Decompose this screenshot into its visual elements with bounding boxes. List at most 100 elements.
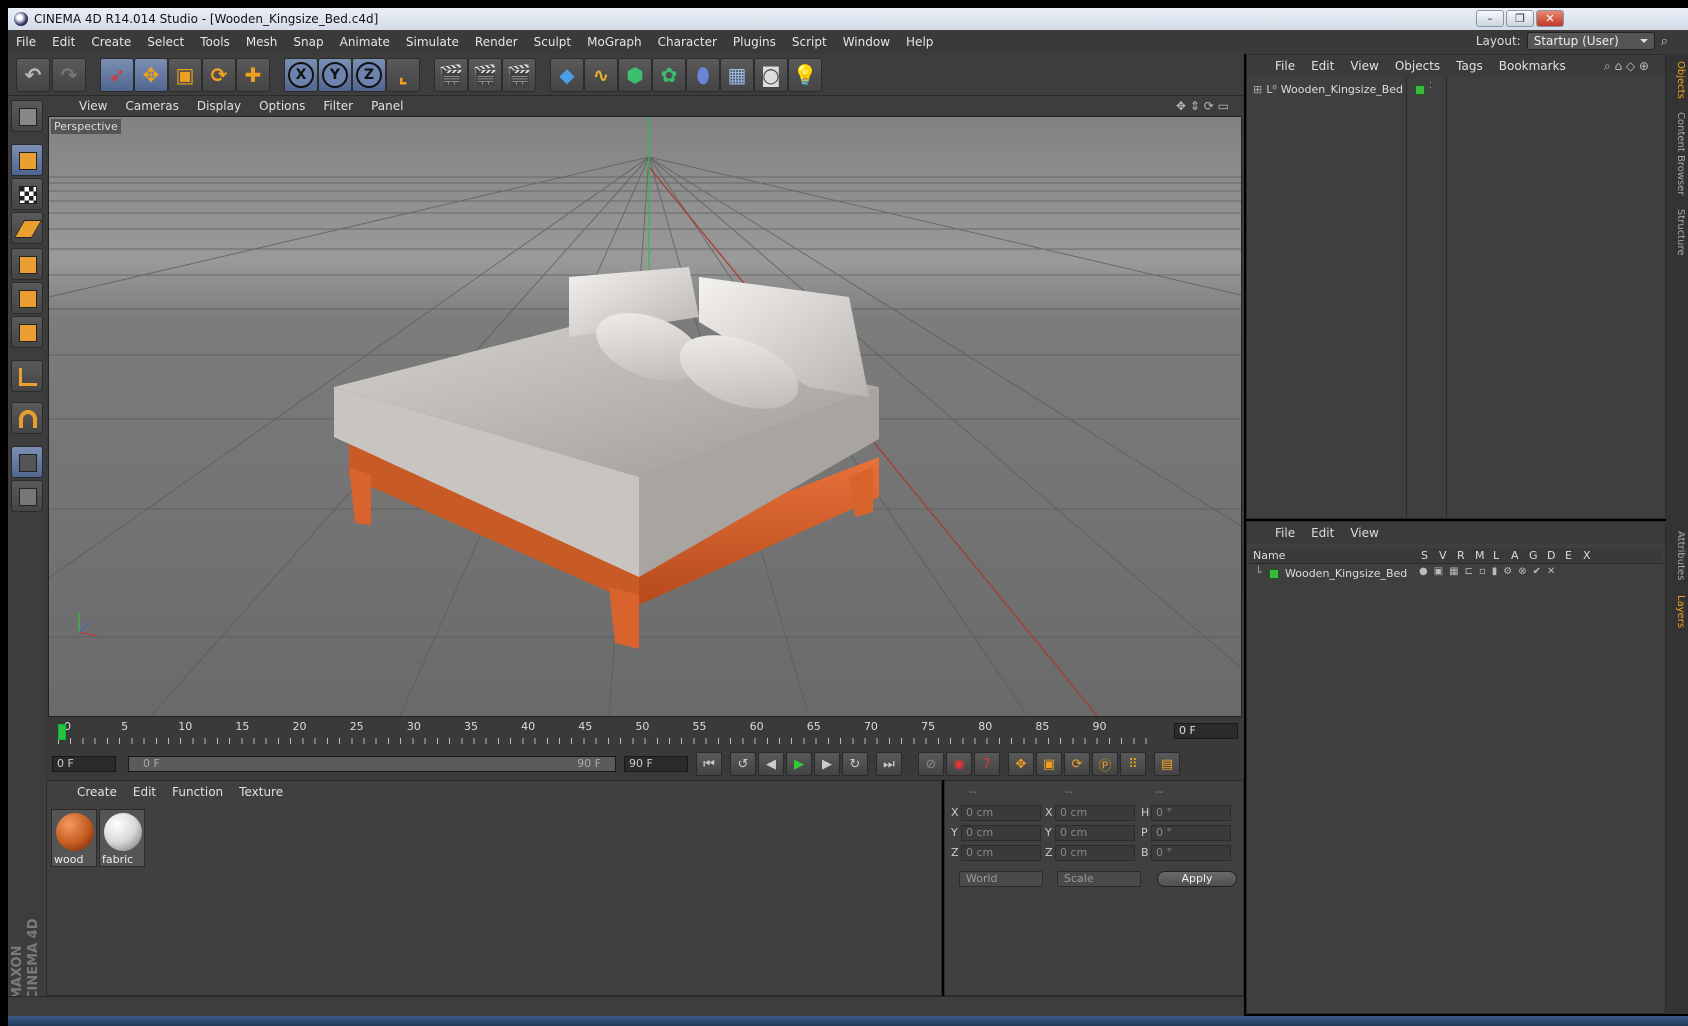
autokey-icon[interactable]: ◉ (946, 752, 972, 776)
col-solo[interactable]: S (1421, 549, 1428, 562)
play-icon[interactable]: ▶ (786, 752, 812, 776)
viewport-menu-cameras[interactable]: Cameras (116, 99, 187, 113)
previous-key-icon[interactable]: ↺ (730, 752, 756, 776)
col-locked[interactable]: L (1493, 549, 1499, 562)
edges-mode-icon[interactable] (11, 282, 43, 314)
perspective-viewport[interactable]: Perspective (48, 116, 1242, 717)
rotation-h-field[interactable]: 0 ° (1151, 805, 1231, 821)
undo-icon[interactable]: ↶ (16, 58, 50, 92)
col-deformers[interactable]: D (1547, 549, 1555, 562)
viewport-menu-filter[interactable]: Filter (314, 99, 362, 113)
expand-icon[interactable]: ⊞ (1253, 83, 1262, 96)
layer-menu-edit[interactable]: Edit (1303, 526, 1342, 540)
menu-mograph[interactable]: MoGraph (579, 35, 650, 49)
axis-mode-icon[interactable] (11, 360, 43, 392)
menu-sculpt[interactable]: Sculpt (526, 35, 579, 49)
material-wood[interactable]: wood (51, 809, 97, 867)
layer-row[interactable]: └ Wooden_Kingsize_Bed ●▣▦⊏▫▮⚙⊗✔✕ (1249, 566, 1663, 582)
layer-flag-icons[interactable]: ●▣▦⊏▫▮⚙⊗✔✕ (1419, 566, 1561, 577)
position-x-field[interactable]: 0 cm (961, 805, 1041, 821)
snap-lock-icon[interactable] (11, 446, 43, 478)
camera-icon[interactable]: ◙ (754, 58, 788, 92)
menu-script[interactable]: Script (784, 35, 835, 49)
viewport-menu-panel[interactable]: Panel (362, 99, 412, 113)
material-fabric[interactable]: fabric (99, 809, 145, 867)
next-key-icon[interactable]: ↻ (842, 752, 868, 776)
size-z-field[interactable]: 0 cm (1055, 845, 1135, 861)
coordinate-system-icon[interactable]: ⌞ (386, 58, 420, 92)
object-menu-tags[interactable]: Tags (1448, 59, 1491, 73)
object-menu-bookmarks[interactable]: Bookmarks (1491, 59, 1574, 73)
object-row[interactable]: ⊞ L⁰ Wooden_Kingsize_Bed (1253, 83, 1403, 96)
key-scale-icon[interactable]: ▣ (1036, 752, 1062, 776)
position-z-field[interactable]: 0 cm (961, 845, 1041, 861)
object-manager-tools-icons[interactable]: ⌕ ⌂ ◇ ⊕ (1596, 59, 1657, 74)
menu-edit[interactable]: Edit (44, 35, 83, 49)
key-rotation-icon[interactable]: ⟳ (1064, 752, 1090, 776)
size-y-field[interactable]: 0 cm (1055, 825, 1135, 841)
col-render[interactable]: R (1457, 549, 1465, 562)
start-frame-field[interactable]: 0 F (52, 756, 116, 772)
model-mode-icon[interactable] (11, 144, 43, 176)
nurbs-icon[interactable]: ⬢ (618, 58, 652, 92)
coordinate-space-dropdown[interactable]: World (959, 871, 1043, 887)
menu-simulate[interactable]: Simulate (398, 35, 467, 49)
tab-content-browser[interactable]: Content Browser (1668, 110, 1686, 198)
col-expressions[interactable]: E (1565, 549, 1572, 562)
material-menu-edit[interactable]: Edit (125, 785, 164, 799)
col-xref[interactable]: X (1583, 549, 1591, 562)
layer-name[interactable]: Wooden_Kingsize_Bed (1285, 567, 1407, 580)
tab-layers[interactable]: Layers (1668, 592, 1686, 632)
viewport-nav-icons[interactable]: ✥ ⇕ ⟳ ▭ (1167, 99, 1238, 113)
viewport-menu-view[interactable]: View (70, 99, 116, 113)
move-tool-icon[interactable]: ✥ (134, 58, 168, 92)
object-name[interactable]: Wooden_Kingsize_Bed (1281, 83, 1403, 96)
floor-icon[interactable]: ▦ (720, 58, 754, 92)
goto-end-icon[interactable]: ⏭ (876, 752, 902, 776)
axis-z-lock-icon[interactable]: Z (352, 58, 386, 92)
menu-create[interactable]: Create (83, 35, 139, 49)
material-menu-create[interactable]: Create (69, 785, 125, 799)
menu-plugins[interactable]: Plugins (725, 35, 784, 49)
layer-menu-file[interactable]: File (1267, 526, 1303, 540)
rotation-p-field[interactable]: 0 ° (1151, 825, 1231, 841)
current-frame-field[interactable]: 0 F (1174, 723, 1238, 739)
size-x-field[interactable]: 0 cm (1055, 805, 1135, 821)
visibility-dots-icon[interactable]: ⁚ (1429, 81, 1432, 91)
axis-y-lock-icon[interactable]: Y (318, 58, 352, 92)
workplane-icon[interactable] (11, 212, 43, 244)
menu-help[interactable]: Help (898, 35, 941, 49)
material-menu-texture[interactable]: Texture (231, 785, 291, 799)
add-tool-icon[interactable]: ✚ (236, 58, 270, 92)
cube-object-icon[interactable]: ◆ (550, 58, 584, 92)
deformer-icon[interactable]: ⬮ (686, 58, 720, 92)
tab-objects[interactable]: Objects (1668, 58, 1686, 102)
search-icon[interactable]: ⌕ (1661, 34, 1668, 49)
col-view[interactable]: V (1439, 549, 1447, 562)
rotation-b-field[interactable]: 0 ° (1151, 845, 1231, 861)
spline-icon[interactable]: ∿ (584, 58, 618, 92)
menu-select[interactable]: Select (139, 35, 192, 49)
make-editable-icon[interactable] (11, 100, 43, 132)
menu-snap[interactable]: Snap (285, 35, 331, 49)
points-mode-icon[interactable] (11, 248, 43, 280)
menu-render[interactable]: Render (467, 35, 526, 49)
goto-start-icon[interactable]: ⏮ (696, 752, 722, 776)
menu-mesh[interactable]: Mesh (238, 35, 286, 49)
viewport-menu-display[interactable]: Display (188, 99, 250, 113)
layer-color-icon[interactable] (1269, 569, 1279, 579)
rotate-tool-icon[interactable]: ⟳ (202, 58, 236, 92)
key-pla-icon[interactable]: ⠿ (1120, 752, 1146, 776)
menu-file[interactable]: File (8, 35, 44, 49)
restore-button[interactable]: ❐ (1506, 10, 1534, 27)
end-frame-field[interactable]: 90 F (624, 756, 688, 772)
timeline-ruler[interactable]: 0 5 10 15 20 25 30 35 40 45 50 55 60 65 70 75 80 85 90 0 F (46, 718, 1244, 748)
layer-name-header[interactable]: Name (1253, 549, 1285, 562)
bed-model[interactable] (334, 267, 879, 649)
layer-menu-view[interactable]: View (1342, 526, 1386, 540)
object-menu-view[interactable]: View (1342, 59, 1386, 73)
viewport-menu-options[interactable]: Options (250, 99, 314, 113)
timeline-window-icon[interactable]: ▤ (1154, 752, 1180, 776)
tab-attributes[interactable]: Attributes (1668, 528, 1686, 584)
key-position-icon[interactable]: ✥ (1008, 752, 1034, 776)
